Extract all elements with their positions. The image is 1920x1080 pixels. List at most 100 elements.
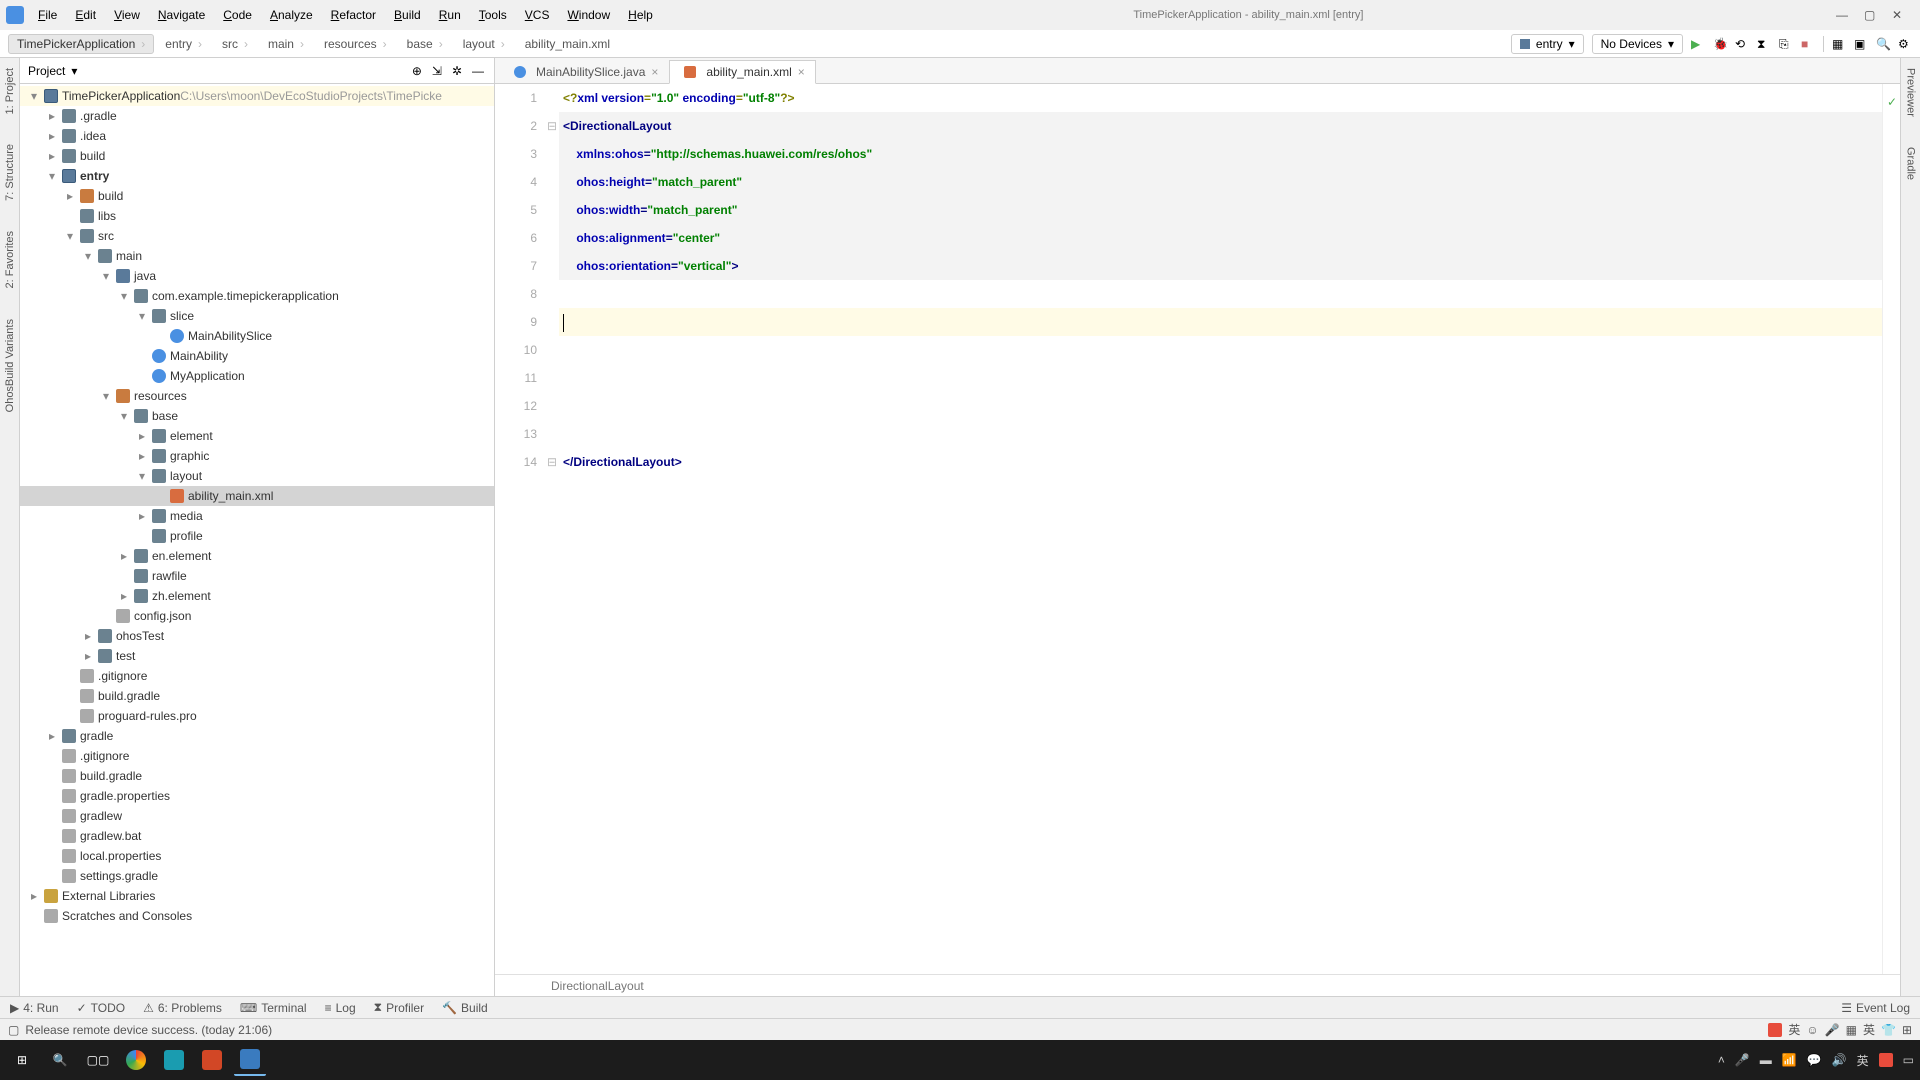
menu-tools[interactable]: Tools: [471, 4, 515, 26]
ime-lang-icon[interactable]: 英: [1788, 1021, 1800, 1038]
tree-item[interactable]: ability_main.xml: [20, 486, 494, 506]
ime-mic-icon[interactable]: 🎤: [1825, 1023, 1840, 1037]
tree-item[interactable]: build.gradle: [20, 686, 494, 706]
editor-tab[interactable]: ability_main.xml×: [669, 60, 815, 84]
tree-item[interactable]: ▸gradle: [20, 726, 494, 746]
taskbar-app-deveco[interactable]: [234, 1044, 266, 1076]
tray-mic-icon[interactable]: 🎤: [1735, 1053, 1750, 1067]
tree-item[interactable]: MyApplication: [20, 366, 494, 386]
settings-icon[interactable]: ⚙: [1898, 37, 1912, 51]
tray-wifi-icon[interactable]: 📶: [1782, 1053, 1797, 1067]
ime-face-icon[interactable]: ☺: [1806, 1023, 1818, 1037]
tree-item[interactable]: gradlew.bat: [20, 826, 494, 846]
close-tab-icon[interactable]: ×: [651, 65, 658, 79]
start-button[interactable]: ⊞: [6, 1044, 38, 1076]
tool-tab[interactable]: 7: Structure: [4, 144, 16, 201]
breadcrumb-item[interactable]: ability_main.xml: [516, 34, 619, 54]
project-panel-title[interactable]: Project: [28, 64, 65, 78]
tree-item[interactable]: settings.gradle: [20, 866, 494, 886]
tree-item[interactable]: ▸build: [20, 146, 494, 166]
profiler-icon[interactable]: ⧗: [1757, 37, 1771, 51]
tree-item[interactable]: ▸test: [20, 646, 494, 666]
stop-icon[interactable]: ■: [1801, 37, 1815, 51]
tool-tab[interactable]: Previewer: [1905, 68, 1917, 117]
tree-item[interactable]: ▸ohosTest: [20, 626, 494, 646]
close-button[interactable]: ✕: [1892, 8, 1906, 22]
menu-window[interactable]: Window: [559, 4, 618, 26]
tree-item[interactable]: ▸element: [20, 426, 494, 446]
tree-item[interactable]: ▸.gradle: [20, 106, 494, 126]
task-view-icon[interactable]: ▢▢: [82, 1044, 114, 1076]
tree-item[interactable]: ▸graphic: [20, 446, 494, 466]
close-tab-icon[interactable]: ×: [798, 65, 805, 79]
attach-icon[interactable]: ⎘: [1779, 37, 1793, 51]
menu-analyze[interactable]: Analyze: [262, 4, 321, 26]
tree-item[interactable]: ▾java: [20, 266, 494, 286]
taskbar-app-devecostudio[interactable]: [158, 1044, 190, 1076]
status-icon[interactable]: ▢: [8, 1023, 19, 1037]
hide-panel-icon[interactable]: —: [472, 64, 484, 78]
breadcrumb-item[interactable]: src›: [213, 34, 257, 54]
breadcrumb-item[interactable]: entry›: [156, 34, 211, 54]
tray-sogou-icon[interactable]: [1879, 1053, 1893, 1067]
tree-item[interactable]: build.gradle: [20, 766, 494, 786]
maximize-button[interactable]: ▢: [1864, 8, 1878, 22]
breadcrumb-item[interactable]: resources›: [315, 34, 396, 54]
tree-item[interactable]: ▸en.element: [20, 546, 494, 566]
tree-item[interactable]: ▾resources: [20, 386, 494, 406]
tool-tab[interactable]: 2: Favorites: [4, 231, 16, 288]
tree-item[interactable]: ▸.idea: [20, 126, 494, 146]
tool-tab[interactable]: Gradle: [1905, 147, 1917, 180]
tree-item[interactable]: profile: [20, 526, 494, 546]
bottom-tab[interactable]: 🔨Build: [442, 1000, 488, 1015]
chevron-down-icon[interactable]: ▾: [71, 64, 77, 78]
tree-item[interactable]: local.properties: [20, 846, 494, 866]
bottom-tab[interactable]: ⌨Terminal: [240, 1000, 307, 1015]
tree-item[interactable]: ▸media: [20, 506, 494, 526]
editor-breadcrumb[interactable]: DirectionalLayout: [495, 974, 1900, 996]
menu-build[interactable]: Build: [386, 4, 429, 26]
tree-item[interactable]: ▸External Libraries: [20, 886, 494, 906]
tree-item[interactable]: config.json: [20, 606, 494, 626]
locate-icon[interactable]: ⊕: [412, 64, 422, 78]
taskbar-search-icon[interactable]: 🔍: [44, 1044, 76, 1076]
tree-item[interactable]: .gitignore: [20, 746, 494, 766]
device-selector[interactable]: No Devices ▾: [1592, 34, 1683, 54]
breadcrumb-item[interactable]: base›: [398, 34, 452, 54]
tree-item[interactable]: libs: [20, 206, 494, 226]
avd-icon[interactable]: ▦: [1832, 37, 1846, 51]
tree-item[interactable]: ▾base: [20, 406, 494, 426]
tray-notification-icon[interactable]: ▭: [1903, 1053, 1914, 1067]
tree-item[interactable]: gradlew: [20, 806, 494, 826]
tree-item[interactable]: ▾TimePickerApplication C:\Users\moon\Dev…: [20, 86, 494, 106]
menu-file[interactable]: File: [30, 4, 65, 26]
event-log-tab[interactable]: ☰ Event Log: [1841, 1001, 1910, 1015]
taskbar-app-powerpoint[interactable]: [196, 1044, 228, 1076]
menu-code[interactable]: Code: [215, 4, 260, 26]
tree-item[interactable]: ▾slice: [20, 306, 494, 326]
code-editor[interactable]: 1 2 3 4 5 6 7 8 9 10 11 12 13 14 ⊟ ⊟ <?x…: [495, 84, 1900, 974]
bottom-tab[interactable]: ▶4: Run: [10, 1000, 59, 1015]
menu-refactor[interactable]: Refactor: [323, 4, 384, 26]
bottom-tab[interactable]: ⚠6: Problems: [143, 1000, 222, 1015]
coverage-icon[interactable]: ⟲: [1735, 37, 1749, 51]
bottom-tab[interactable]: ✓TODO: [77, 1000, 126, 1015]
module-selector[interactable]: entry ▾: [1511, 34, 1584, 54]
menu-run[interactable]: Run: [431, 4, 469, 26]
sdk-icon[interactable]: ▣: [1854, 37, 1868, 51]
gear-icon[interactable]: ✲: [452, 64, 462, 78]
menu-navigate[interactable]: Navigate: [150, 4, 213, 26]
tree-item[interactable]: Scratches and Consoles: [20, 906, 494, 926]
breadcrumb-item[interactable]: main›: [259, 34, 313, 54]
run-icon[interactable]: ▶: [1691, 37, 1705, 51]
menu-edit[interactable]: Edit: [67, 4, 104, 26]
tree-item[interactable]: ▸build: [20, 186, 494, 206]
menu-vcs[interactable]: VCS: [517, 4, 558, 26]
fold-column[interactable]: ⊟ ⊟: [547, 84, 559, 974]
bottom-tab[interactable]: ≡Log: [325, 1000, 356, 1015]
tree-item[interactable]: ▾main: [20, 246, 494, 266]
tree-item[interactable]: MainAbilitySlice: [20, 326, 494, 346]
tray-ime-icon[interactable]: 英: [1857, 1052, 1869, 1069]
breadcrumb-item[interactable]: TimePickerApplication›: [8, 34, 154, 54]
tree-item[interactable]: ▾com.example.timepickerapplication: [20, 286, 494, 306]
